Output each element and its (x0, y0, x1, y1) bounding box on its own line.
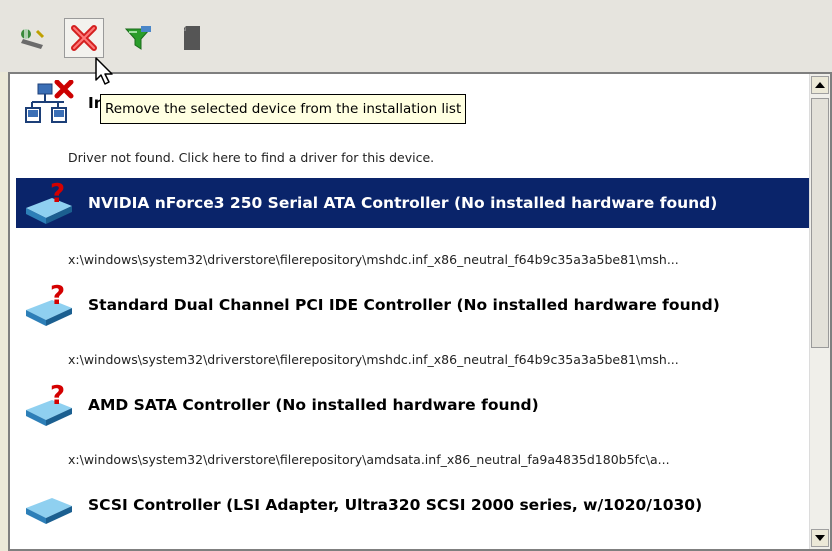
controller-missing-icon: ? (26, 382, 72, 426)
network-device-error-icon (25, 80, 74, 123)
device-title: SCSI Controller (LSI Adapter, Ultra320 S… (88, 496, 703, 514)
controller-icon (26, 498, 72, 524)
toolbar (0, 0, 832, 72)
add-driver-icon (21, 29, 45, 49)
controller-missing-icon: ? (26, 180, 72, 224)
device-driver-path[interactable]: x:\windows\system32\driverstore\filerepo… (68, 248, 808, 272)
device-title: Standard Dual Channel PCI IDE Controller… (88, 296, 720, 314)
filter-icon (124, 26, 152, 50)
filter-button[interactable] (118, 18, 158, 58)
device-driver-path[interactable]: x:\windows\system32\driverstore\filerepo… (68, 348, 808, 372)
scroll-down-button[interactable] (811, 529, 829, 547)
svg-text:?: ? (50, 382, 65, 411)
svg-text:?: ? (50, 180, 65, 209)
remove-device-button[interactable] (64, 18, 104, 58)
vertical-scrollbar[interactable] (809, 74, 830, 549)
device-title: AMD SATA Controller (No installed hardwa… (88, 396, 539, 414)
device-row[interactable]: SCSI Controller (LSI Adapter, Ultra320 S… (16, 480, 810, 530)
chip-button[interactable] (172, 18, 212, 58)
device-row[interactable]: ? AMD SATA Controller (No installed hard… (16, 380, 810, 430)
scroll-thumb[interactable] (811, 98, 829, 348)
mouse-cursor-icon (95, 57, 113, 85)
scroll-up-button[interactable] (811, 76, 829, 94)
device-list[interactable]: In Driver not found. Click here to find … (8, 72, 832, 551)
device-driver-path[interactable]: x:\windows\system32\driverstore\filerepo… (68, 448, 808, 472)
tooltip: Remove the selected device from the inst… (100, 94, 467, 124)
red-x-icon (71, 25, 97, 51)
arrow-down-icon (815, 535, 825, 541)
device-driver-path[interactable]: Driver not found. Click here to find a d… (68, 146, 808, 170)
chip-icon (184, 26, 200, 50)
arrow-up-icon (815, 82, 825, 88)
controller-missing-icon: ? (26, 282, 72, 326)
device-row[interactable]: ? Standard Dual Channel PCI IDE Controll… (16, 280, 810, 330)
add-driver-button[interactable] (12, 18, 52, 58)
svg-text:?: ? (50, 282, 65, 311)
device-row-selected[interactable]: ? NVIDIA nForce3 250 Serial ATA Controll… (16, 178, 810, 228)
device-title: NVIDIA nForce3 250 Serial ATA Controller… (88, 194, 718, 212)
